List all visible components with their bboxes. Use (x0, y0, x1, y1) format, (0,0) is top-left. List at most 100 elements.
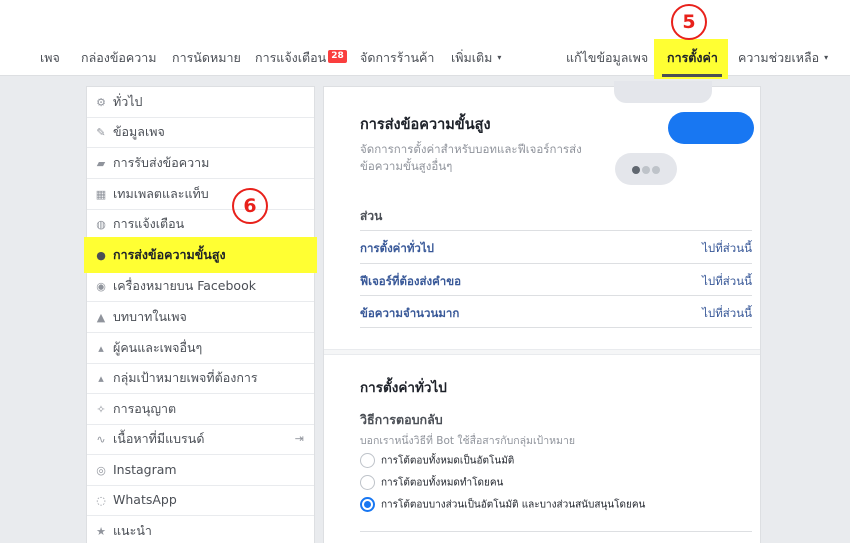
divider (360, 531, 752, 532)
radio-button[interactable] (360, 475, 375, 490)
dot-icon (642, 165, 650, 174)
sidebar-item-page-roles[interactable]: ▲ บทบาทในเพจ (87, 302, 314, 333)
gear-icon: ⚙ (96, 96, 106, 109)
toc-row-bulk-messages: ข้อความจำนวนมาก ไปที่ส่วนนี้ (360, 295, 752, 328)
nav-page[interactable]: เพจ (40, 48, 60, 68)
sidebar-item-advanced-messaging[interactable]: ● การส่งข้อความขั้นสูง (84, 237, 317, 273)
sidebar-item-label: WhatsApp (113, 492, 177, 507)
more-options-button[interactable] (615, 153, 677, 185)
sidebar-item-whatsapp[interactable]: ◌ WhatsApp (87, 485, 314, 516)
toc-link-general-settings[interactable]: การตั้งค่าทั่วไป (360, 240, 434, 258)
nav-help-label: ความช่วยเหลือ (738, 50, 820, 65)
toc-link-bulk-messages[interactable]: ข้อความจำนวนมาก (360, 305, 459, 323)
people-icon: ▴ (98, 342, 104, 355)
nav-settings[interactable]: การตั้งค่า (667, 48, 718, 68)
active-tab-underline (662, 74, 722, 77)
sidebar-item-messaging[interactable]: ▰ การรับส่งข้อความ (87, 148, 314, 179)
chevron-down-icon: ▾ (497, 53, 502, 62)
sidebar-item-label: การอนุญาต (113, 401, 177, 416)
reply-method-description: บอกเราหนึ่งวิธีที่ Bot ใช้สื่อสารกับกลุ่… (360, 435, 576, 447)
divider (360, 327, 752, 328)
toc-go-general-settings[interactable]: ไปที่ส่วนนี้ (702, 240, 752, 258)
sidebar-item-label: การแจ้งเตือน (113, 216, 185, 231)
toc-link-request-features[interactable]: ฟีเจอร์ที่ต้องส่งคำขอ (360, 273, 461, 291)
radio-button[interactable] (360, 453, 375, 468)
globe-icon: ◍ (96, 218, 106, 231)
advanced-messaging-panel: การส่งข้อความขั้นสูง จัดการการตั้งค่าสำห… (323, 81, 761, 543)
radio-button-selected[interactable] (360, 497, 375, 512)
chevron-down-icon: ▾ (824, 53, 829, 62)
whatsapp-icon: ◌ (96, 494, 106, 507)
sidebar-item-label: กลุ่มเป้าหมายเพจที่ต้องการ (113, 370, 258, 385)
badge-icon: ◉ (96, 280, 106, 293)
nav-more[interactable]: เพิ่มเติม ▾ (451, 48, 501, 68)
sidebar-item-people-other-pages[interactable]: ▴ ผู้คนและเพจอื่นๆ (87, 333, 314, 364)
sidebar-item-label: แนะนำ (113, 523, 152, 538)
sidebar-item-label: Instagram (113, 462, 177, 477)
step-5-marker: 5 (671, 4, 707, 40)
nav-shop[interactable]: จัดการร้านค้า (360, 48, 434, 68)
sidebar-item-permissions[interactable]: ✧ การอนุญาต (87, 394, 314, 425)
nav-notifications-label: การแจ้งเตือน (255, 50, 327, 65)
sidebar-item-label: การส่งข้อความขั้นสูง (113, 247, 226, 262)
toc-row-request-features: ฟีเจอร์ที่ต้องส่งคำขอ ไปที่ส่วนนี้ (360, 263, 752, 296)
sidebar-item-templates-tabs[interactable]: ▦ เทมเพลตและแท็บ (87, 179, 314, 210)
sidebar-item-branded-content[interactable]: ∿ เนื้อหาที่มีแบรนด์ ⇥ (87, 424, 314, 455)
toc-go-bulk-messages[interactable]: ไปที่ส่วนนี้ (702, 305, 752, 323)
sections-header: ส่วน (360, 209, 383, 223)
primary-action-button[interactable] (668, 112, 754, 144)
nav-more-label: เพิ่มเติม (451, 50, 493, 65)
sidebar-item-facebook-badges[interactable]: ◉ เครื่องหมายบน Facebook (87, 271, 314, 302)
nav-notifications[interactable]: การแจ้งเตือน 28 (255, 48, 347, 68)
handshake-icon: ∿ (96, 433, 106, 446)
sidebar-item-preferred-audience[interactable]: ▴ กลุ่มเป้าหมายเพจที่ต้องการ (87, 363, 314, 394)
general-settings-title: การตั้งค่าทั่วไป (360, 380, 447, 396)
person-icon: ▲ (96, 311, 106, 324)
messenger-icon: ● (96, 249, 106, 262)
sidebar-item-label: การรับส่งข้อความ (113, 155, 210, 170)
page-description: จัดการการตั้งค่าสำหรับบอทและฟีเจอร์การส่… (360, 142, 582, 173)
people-icon: ▴ (98, 372, 104, 385)
wrench-icon: ✧ (96, 403, 106, 416)
radio-option-mixed[interactable]: การโต้ตอบบางส่วนเป็นอัตโนมัติ และบางส่วน… (360, 497, 645, 515)
sidebar-item-label: บทบาทในเพจ (113, 309, 187, 324)
section-separator (324, 349, 760, 355)
sidebar-item-label: เนื้อหาที่มีแบรนด์ (113, 431, 205, 446)
nav-edit-page-info[interactable]: แก้ไขข้อมูลเพจ (566, 48, 648, 68)
radio-label: การโต้ตอบทั้งหมดเป็นอัตโนมัติ (381, 455, 515, 467)
sidebar-item-notifications[interactable]: ◍ การแจ้งเตือน (87, 209, 314, 240)
instagram-icon: ◎ (96, 464, 106, 477)
sidebar-item-label: ผู้คนและเพจอื่นๆ (113, 340, 203, 355)
sidebar-item-label: เครื่องหมายบน Facebook (113, 278, 256, 293)
external-link-icon: ⇥ (294, 432, 304, 445)
nav-help[interactable]: ความช่วยเหลือ ▾ (738, 48, 828, 68)
sidebar-item-label: เทมเพลตและแท็บ (113, 186, 209, 201)
top-navigation-bar: เพจ กล่องข้อความ การนัดหมาย การแจ้งเตือน… (0, 0, 850, 79)
toc-row-general-settings: การตั้งค่าทั่วไป ไปที่ส่วนนี้ (360, 230, 752, 263)
sidebar-item-general[interactable]: ⚙ ทั่วไป (87, 87, 314, 118)
sidebar-item-label: ทั่วไป (113, 94, 143, 109)
grid-icon: ▦ (95, 188, 107, 201)
reply-method-title: วิธีการตอบกลับ (360, 412, 443, 427)
toc-go-request-features[interactable]: ไปที่ส่วนนี้ (702, 273, 752, 291)
sidebar-item-label: ข้อมูลเพจ (113, 124, 165, 139)
radio-label: การโต้ตอบบางส่วนเป็นอัตโนมัติ และบางส่วน… (381, 499, 646, 511)
partial-toggle-control[interactable] (614, 81, 712, 103)
step-6-marker: 6 (232, 188, 268, 224)
radio-label: การโต้ตอบทั้งหมดทำโดยคน (381, 477, 504, 489)
nav-appointments[interactable]: การนัดหมาย (172, 48, 241, 68)
sidebar-item-instagram[interactable]: ◎ Instagram (87, 455, 314, 486)
dot-icon (652, 165, 660, 174)
sidebar-item-page-info[interactable]: ✎ ข้อมูลเพจ (87, 117, 314, 148)
page-title: การส่งข้อความขั้นสูง (360, 117, 491, 133)
dot-icon (632, 165, 640, 174)
star-icon: ★ (96, 525, 106, 538)
pencil-icon: ✎ (96, 126, 106, 139)
sidebar-item-featured[interactable]: ★ แนะนำ (87, 516, 314, 543)
radio-option-all-human[interactable]: การโต้ตอบทั้งหมดทำโดยคน (360, 475, 503, 493)
nav-inbox[interactable]: กล่องข้อความ (81, 48, 157, 68)
notifications-badge: 28 (328, 50, 347, 63)
radio-option-all-automated[interactable]: การโต้ตอบทั้งหมดเป็นอัตโนมัติ (360, 453, 514, 471)
chat-icon: ▰ (96, 157, 106, 170)
settings-sidebar: ⚙ ทั่วไป ✎ ข้อมูลเพจ ▰ การรับส่งข้อความ ▦ เท… (84, 86, 317, 543)
